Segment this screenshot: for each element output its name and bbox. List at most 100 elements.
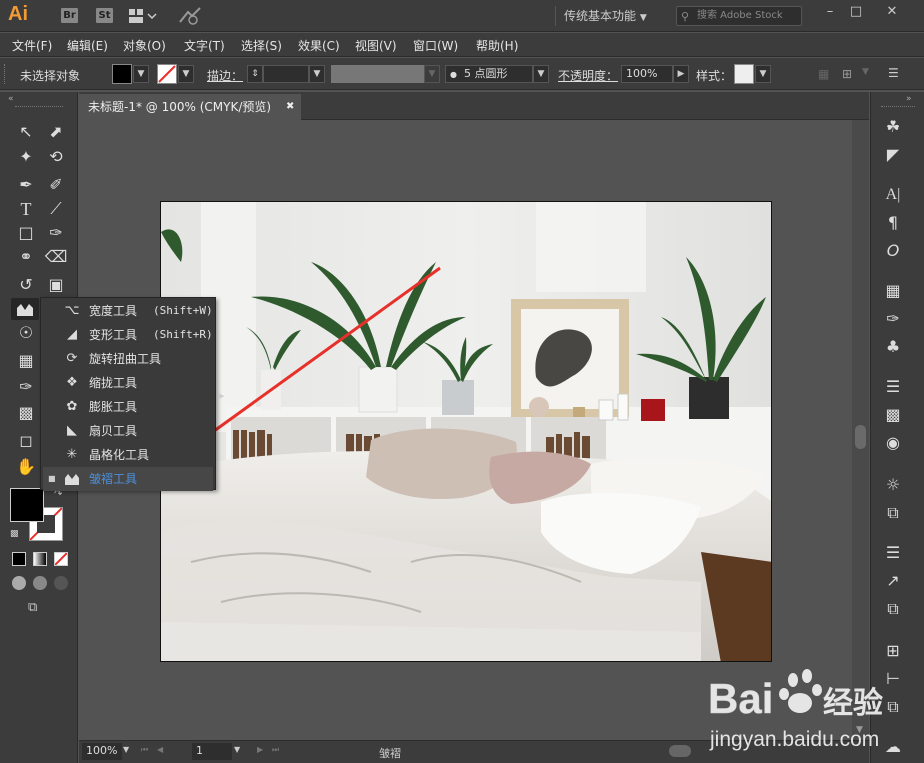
fill-swatch[interactable]	[112, 64, 132, 84]
variable-width-profile[interactable]	[331, 65, 424, 83]
flyout-crystallize-tool[interactable]: ✳ 晶格化工具	[43, 443, 213, 467]
menu-object[interactable]: 对象(O)	[123, 37, 166, 54]
pen-tool-icon[interactable]: ✒	[14, 174, 38, 196]
shape-builder-tool-icon[interactable]: ☉	[14, 322, 38, 344]
export-panel-icon[interactable]: ↗	[881, 570, 905, 592]
scroll-thumb[interactable]	[855, 425, 866, 449]
menu-type[interactable]: 文字(T)	[184, 37, 225, 54]
rotate-tool-icon[interactable]: ↺	[14, 274, 38, 296]
fill-color-box-front[interactable]	[10, 488, 44, 522]
horizontal-scroll-thumb[interactable]	[669, 745, 691, 757]
stock-search-input[interactable]: ⚲ 搜索 Adobe Stock	[676, 6, 802, 26]
symbol-sprayer-tool-icon[interactable]: ▩	[14, 402, 38, 424]
gpu-performance-icon[interactable]	[178, 6, 202, 26]
zoom-dropdown-icon[interactable]: ▼	[123, 745, 129, 754]
stroke-label[interactable]: 描边：	[207, 67, 243, 84]
document-tab[interactable]: 未标题-1* @ 100% (CMYK/预览) ✖	[79, 94, 301, 120]
menu-effect[interactable]: 效果(C)	[298, 37, 340, 54]
wrinkle-tool-active-icon[interactable]	[11, 298, 39, 320]
brush-dropdown[interactable]: ▼	[533, 65, 549, 83]
panel-menu-icon[interactable]: ☰	[888, 66, 902, 80]
hand-tool-icon[interactable]: ✋	[14, 456, 38, 478]
rectangle-tool-icon[interactable]: □	[14, 222, 38, 244]
artboard-dropdown-icon[interactable]: ▼	[234, 745, 240, 754]
next-artboard-icon[interactable]: ▶	[257, 745, 263, 754]
profile-dropdown[interactable]: ▼	[424, 65, 440, 83]
workspace-switcher[interactable]: 传统基本功能 ▼	[555, 6, 660, 26]
menu-select[interactable]: 选择(S)	[241, 37, 282, 54]
eyedropper-tool-icon[interactable]: ✑	[14, 376, 38, 398]
color-mode-icon[interactable]	[12, 552, 26, 566]
shaper-tool-icon[interactable]: ⚭	[14, 246, 38, 268]
symbols-panel-icon[interactable]: ♣	[881, 336, 905, 358]
graphic-style-swatch[interactable]	[734, 64, 754, 84]
paragraph-panel-icon[interactable]: ¶	[881, 212, 905, 234]
gradient-panel-icon[interactable]: ▩	[881, 404, 905, 426]
color-guide-panel-icon[interactable]: ◤	[881, 144, 905, 166]
bridge-button[interactable]: Br	[61, 8, 78, 23]
opacity-input[interactable]: 100%	[621, 65, 673, 83]
selection-tool-icon[interactable]: ↖	[14, 121, 38, 143]
brush-definition[interactable]: ● 5 点圆形	[445, 65, 533, 83]
arrange-documents-icon[interactable]	[128, 8, 158, 24]
previous-artboard-icon[interactable]: ◀	[157, 745, 163, 754]
opacity-arrow[interactable]: ▶	[673, 65, 689, 83]
collapse-panel-icon[interactable]: «	[8, 94, 14, 104]
flyout-scallop-tool[interactable]: ◣ 扇贝工具	[43, 419, 213, 443]
minimize-button[interactable]: –	[818, 3, 842, 21]
flyout-bloat-tool[interactable]: ✿ 膨胀工具	[43, 395, 213, 419]
artboard-number-input[interactable]: 1	[192, 743, 232, 760]
stroke-dropdown[interactable]: ▼	[178, 65, 194, 83]
swatches-panel-icon[interactable]: ▦	[881, 280, 905, 302]
direct-selection-tool-icon[interactable]: ⬈	[44, 121, 68, 143]
transform-icon[interactable]: ⊞	[842, 67, 856, 81]
align-icon[interactable]: ▦	[818, 67, 832, 81]
style-dropdown[interactable]: ▼	[755, 65, 771, 83]
gradient-mode-icon[interactable]	[33, 552, 47, 566]
control-grip[interactable]	[4, 64, 7, 84]
flyout-warp-tool[interactable]: ◢ 变形工具 (Shift+R)	[43, 323, 213, 347]
artboard-photo[interactable]	[160, 201, 772, 662]
zoom-input[interactable]: 100%	[82, 743, 122, 760]
artboards-panel-icon[interactable]: ⧉	[881, 598, 905, 620]
flyout-pucker-tool[interactable]: ❖ 缩拢工具	[43, 371, 213, 395]
appearance-panel-icon[interactable]: ☼	[881, 474, 905, 496]
curvature-tool-icon[interactable]: ✐	[44, 174, 68, 196]
draw-behind-icon[interactable]	[33, 576, 47, 590]
mesh-tool-icon[interactable]: ▦	[14, 350, 38, 372]
first-artboard-icon[interactable]: ⏮	[141, 745, 148, 755]
chevron-down-icon[interactable]: ▼	[862, 67, 872, 77]
stroke-weight-input[interactable]	[263, 65, 309, 83]
vertical-scrollbar[interactable]: ▼	[852, 120, 869, 740]
lasso-tool-icon[interactable]: ⟲	[44, 146, 68, 168]
menu-file[interactable]: 文件(F)	[12, 37, 52, 54]
none-mode-icon[interactable]	[54, 552, 68, 566]
magic-wand-tool-icon[interactable]: ✦	[14, 146, 38, 168]
screen-mode-icon[interactable]: ⧉	[28, 600, 50, 616]
stock-button[interactable]: St	[96, 8, 113, 23]
draw-inside-icon[interactable]	[54, 576, 68, 590]
dock-grip[interactable]	[881, 106, 915, 107]
opacity-label[interactable]: 不透明度：	[558, 67, 618, 84]
last-artboard-icon[interactable]: ⏭	[272, 745, 279, 755]
opentype-panel-icon[interactable]: O	[881, 240, 905, 262]
menu-edit[interactable]: 编辑(E)	[67, 37, 108, 54]
artboard-tool-icon[interactable]: ◻	[14, 430, 38, 452]
menu-help[interactable]: 帮助(H)	[476, 37, 518, 54]
line-tool-icon[interactable]: ⟋	[44, 198, 68, 220]
stroke-swatch[interactable]	[157, 64, 177, 84]
menu-window[interactable]: 窗口(W)	[413, 37, 458, 54]
flyout-tearoff-icon[interactable]: ▶	[219, 392, 224, 400]
close-button[interactable]: ✕	[880, 3, 904, 21]
character-panel-icon[interactable]: A|	[881, 184, 905, 206]
expand-panels-icon[interactable]: »	[906, 94, 912, 104]
draw-normal-icon[interactable]	[12, 576, 26, 590]
transparency-panel-icon[interactable]: ◉	[881, 432, 905, 454]
fill-dropdown[interactable]: ▼	[133, 65, 149, 83]
color-panel-icon[interactable]: ☘	[881, 116, 905, 138]
stroke-weight-dropdown[interactable]: ▼	[309, 65, 325, 83]
flyout-width-tool[interactable]: ⌥ 宽度工具 (Shift+W)	[43, 299, 213, 323]
layers-panel-icon[interactable]: ☰	[881, 542, 905, 564]
close-tab-icon[interactable]: ✖	[286, 94, 294, 120]
stroke-panel-icon[interactable]: ☰	[881, 376, 905, 398]
